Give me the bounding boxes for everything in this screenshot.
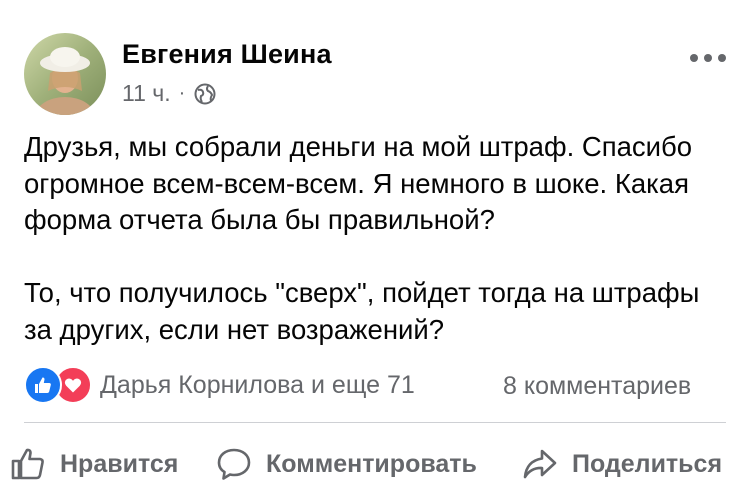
more-dot-icon bbox=[718, 54, 726, 62]
reactors-text[interactable]: Дарья Корнилова и еще 71 bbox=[100, 371, 415, 400]
post-paragraph: Друзья, мы собрали деньги на мой штраф. … bbox=[24, 131, 693, 235]
meta-separator: · bbox=[178, 82, 186, 104]
author-name[interactable]: Евгения Шеина bbox=[122, 39, 332, 70]
globe-icon[interactable] bbox=[194, 83, 216, 105]
share-button[interactable]: Поделиться bbox=[522, 444, 722, 484]
post-paragraph: То, что получилось "сверх", пойдет тогда… bbox=[24, 277, 700, 345]
author-avatar[interactable] bbox=[24, 33, 106, 115]
like-button[interactable]: Нравится bbox=[10, 444, 178, 484]
thumbs-up-icon bbox=[11, 448, 44, 480]
share-label: Поделиться bbox=[572, 449, 723, 478]
comment-button[interactable]: Комментировать bbox=[216, 444, 477, 484]
more-options-button[interactable] bbox=[690, 46, 726, 70]
reactions-summary[interactable]: Дарья Корнилова и еще 71 bbox=[24, 366, 415, 404]
more-dot-icon bbox=[690, 54, 698, 62]
share-arrow-icon bbox=[523, 449, 557, 479]
post-text: Друзья, мы собрали деньги на мой штраф. … bbox=[24, 129, 734, 348]
post-meta: 11 ч. · bbox=[122, 80, 216, 107]
like-label: Нравится bbox=[60, 449, 179, 478]
more-dot-icon bbox=[704, 54, 712, 62]
post-time[interactable]: 11 ч. bbox=[122, 80, 171, 107]
facebook-post: Евгения Шеина 11 ч. · Друзья, мы собрали… bbox=[0, 0, 750, 491]
comment-label: Комментировать bbox=[266, 449, 477, 478]
comments-count[interactable]: 8 комментариев bbox=[503, 372, 691, 401]
like-reaction-icon bbox=[24, 366, 62, 404]
comment-icon bbox=[217, 448, 251, 480]
divider bbox=[24, 422, 726, 423]
